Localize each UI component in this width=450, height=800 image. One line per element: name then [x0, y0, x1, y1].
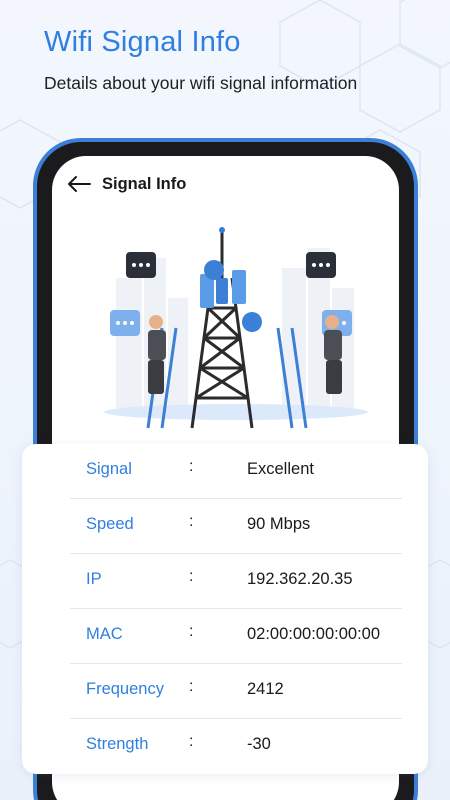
info-label: Speed [86, 515, 134, 533]
info-row-signal: Signal : Excellent [70, 444, 402, 499]
signal-info-card: Signal : Excellent Speed : 90 Mbps IP : … [22, 444, 428, 774]
info-label: MAC [86, 625, 123, 643]
info-row-speed: Speed : 90 Mbps [70, 499, 402, 554]
info-label: IP [86, 570, 102, 588]
promo-title: Wifi Signal Info [44, 26, 241, 58]
arrow-left-icon[interactable] [66, 174, 92, 194]
info-row-mac: MAC : 02:00:00:00:00:00 [70, 609, 402, 664]
info-row-ip: IP : 192.362.20.35 [70, 554, 402, 609]
signal-tower-illustration [104, 227, 368, 429]
info-value: 90 Mbps [247, 515, 311, 533]
info-colon: : [189, 458, 194, 475]
info-row-strength: Strength : -30 [70, 719, 402, 774]
info-colon: : [189, 733, 194, 750]
info-label: Frequency [86, 680, 164, 698]
app-bar: Signal Info [66, 170, 186, 198]
info-value: Excellent [247, 460, 314, 478]
page-title: Signal Info [102, 174, 187, 193]
promo-subtitle: Details about your wifi signal informati… [44, 73, 358, 93]
info-value: 02:00:00:00:00:00 [247, 625, 381, 643]
info-label: Signal [86, 460, 132, 478]
info-colon: : [189, 568, 194, 585]
info-value: 192.362.20.35 [247, 570, 353, 588]
info-value: -30 [247, 735, 271, 753]
info-colon: : [189, 513, 194, 530]
info-value: 2412 [247, 680, 284, 698]
info-row-frequency: Frequency : 2412 [70, 664, 402, 719]
info-colon: : [189, 678, 194, 695]
info-colon: : [189, 623, 194, 640]
info-label: Strength [86, 735, 149, 753]
